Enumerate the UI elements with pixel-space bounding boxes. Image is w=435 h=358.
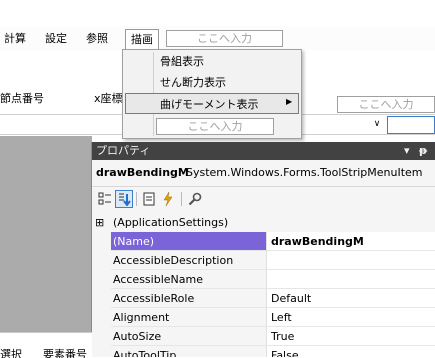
properties-title-bar: プロパティ ▾ ᵽ bbox=[92, 142, 435, 160]
column-header-node-number[interactable]: 節点番号 bbox=[0, 90, 44, 106]
dropdown-type-here-input[interactable]: ここへ入力 bbox=[156, 118, 274, 135]
property-row[interactable]: AccessibleName bbox=[92, 270, 435, 289]
property-value[interactable]: Left bbox=[266, 308, 435, 327]
object-selector[interactable]: drawBendingM System.Windows.Forms.ToolSt… bbox=[92, 160, 435, 187]
property-value[interactable] bbox=[266, 270, 435, 289]
property-row-selected[interactable]: (Name) drawBendingM bbox=[92, 232, 435, 251]
pin-icon[interactable]: ᵽ bbox=[419, 142, 427, 160]
properties-toolbar bbox=[92, 187, 435, 211]
menu-strip: 計算 設定 参照 描画 ここへ入力 bbox=[0, 26, 435, 51]
menu-item-shear-display[interactable]: せん断力表示 bbox=[160, 74, 226, 90]
property-name: AccessibleName bbox=[111, 270, 266, 289]
property-value[interactable]: drawBendingM bbox=[266, 232, 435, 251]
property-value[interactable]: True bbox=[266, 327, 435, 346]
draw-dropdown-menu: 骨組表示 せん断力表示 曲げモーメント表示 ▶ ここへ入力 bbox=[122, 49, 302, 139]
bottom-grid-header: 選択 要素番号 bbox=[0, 332, 92, 358]
property-row[interactable]: AutoToolTip False bbox=[92, 346, 435, 357]
grid-type-here-input[interactable]: ここへ入力 bbox=[337, 96, 435, 113]
property-row[interactable]: AutoSize True bbox=[92, 327, 435, 346]
property-value[interactable]: Default bbox=[266, 289, 435, 308]
property-row[interactable]: ⊞ (ApplicationSettings) bbox=[92, 213, 435, 232]
property-name: AutoToolTip bbox=[111, 346, 266, 357]
properties-view-icon[interactable] bbox=[140, 190, 158, 208]
toolbar-separator bbox=[136, 192, 137, 206]
menu-type-here-input[interactable]: ここへ入力 bbox=[166, 30, 283, 47]
object-type: System.Windows.Forms.ToolStripMenuItem bbox=[186, 166, 423, 179]
property-row[interactable]: AccessibleDescription bbox=[92, 251, 435, 270]
column-header-element-number[interactable]: 要素番号 bbox=[43, 346, 92, 358]
events-lightning-icon[interactable] bbox=[159, 190, 177, 208]
property-value[interactable]: False bbox=[266, 346, 435, 357]
property-row[interactable]: AccessibleRole Default bbox=[92, 289, 435, 308]
properties-title: プロパティ bbox=[96, 144, 151, 157]
property-grid: ⊞ (ApplicationSettings) (Name) drawBendi… bbox=[92, 213, 435, 357]
menu-item-bending-moment-display[interactable]: 曲げモーメント表示 bbox=[160, 96, 259, 112]
expand-icon[interactable]: ⊞ bbox=[95, 213, 104, 232]
menu-item-frame-display[interactable]: 骨組表示 bbox=[160, 53, 204, 69]
property-row[interactable]: Alignment Left bbox=[92, 308, 435, 327]
grid-empty-area bbox=[0, 136, 92, 332]
submenu-arrow-icon: ▶ bbox=[286, 97, 293, 106]
menu-item-calculate[interactable]: 計算 bbox=[4, 30, 26, 47]
toolbar-separator bbox=[181, 192, 182, 206]
property-name: AccessibleDescription bbox=[111, 251, 266, 270]
column-header-x-coordinate[interactable]: x座標 bbox=[94, 90, 123, 106]
categorized-icon[interactable] bbox=[96, 190, 114, 208]
property-value[interactable] bbox=[266, 251, 435, 270]
combo-dropdown-icon[interactable]: ∨ bbox=[370, 117, 384, 131]
menu-item-draw[interactable]: 描画 bbox=[125, 29, 159, 51]
property-name: (ApplicationSettings) bbox=[113, 216, 229, 229]
property-name: AccessibleRole bbox=[111, 289, 266, 308]
alphabetical-icon[interactable] bbox=[115, 190, 133, 208]
menu-item-settings[interactable]: 設定 bbox=[45, 30, 67, 47]
properties-panel: プロパティ ▾ ᵽ drawBendingM System.Windows.Fo… bbox=[91, 142, 435, 357]
column-header-select[interactable]: 選択 bbox=[0, 346, 40, 358]
grid-active-cell[interactable] bbox=[387, 116, 435, 134]
menu-item-reference[interactable]: 参照 bbox=[86, 30, 108, 47]
property-pages-wrench-icon[interactable] bbox=[186, 190, 204, 208]
property-name: AutoSize bbox=[111, 327, 266, 346]
property-name: (Name) bbox=[111, 232, 266, 251]
property-name: Alignment bbox=[111, 308, 266, 327]
window-position-icon[interactable]: ▾ bbox=[404, 142, 410, 160]
object-name: drawBendingM bbox=[96, 166, 189, 179]
